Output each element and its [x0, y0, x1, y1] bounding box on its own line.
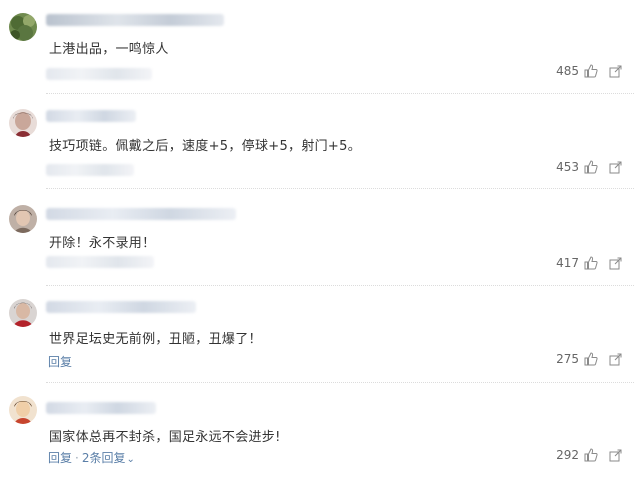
comment-item: 开除！永不录用！ 417 [0, 192, 640, 288]
avatar[interactable] [9, 109, 37, 137]
comment-meta [46, 256, 154, 268]
divider [46, 93, 634, 94]
comment-actions: 回复 · 2条回复⌄ [48, 449, 135, 466]
share-icon[interactable] [609, 65, 622, 78]
share-icon[interactable] [609, 449, 622, 462]
thumbs-up-icon[interactable] [584, 256, 598, 270]
username[interactable] [46, 208, 236, 220]
share-icon[interactable] [609, 257, 622, 270]
like-count: 275 [556, 352, 579, 366]
comment-meta [46, 68, 152, 80]
like-count: 417 [556, 256, 579, 270]
comment-text: 世界足坛史无前例，丑陋，丑爆了！ [49, 332, 262, 347]
reply-button[interactable]: 回复 [48, 355, 72, 369]
divider [46, 188, 634, 189]
thumbs-up-icon[interactable] [584, 352, 598, 366]
like-count: 292 [556, 448, 579, 462]
thumbs-up-icon[interactable] [584, 64, 598, 78]
thumbs-up-icon[interactable] [584, 160, 598, 174]
divider [46, 285, 634, 286]
chevron-down-icon: ⌄ [126, 454, 135, 465]
avatar[interactable] [9, 205, 37, 233]
share-icon[interactable] [609, 161, 622, 174]
comment-text: 上港出品，一鸣惊人 [49, 42, 169, 57]
comment-meta [46, 164, 134, 176]
comment-text: 技巧项链。佩戴之后，速度+5，停球+5，射门+5。 [49, 139, 361, 154]
avatar[interactable] [9, 13, 37, 41]
share-icon[interactable] [609, 353, 622, 366]
like-count: 485 [556, 64, 579, 78]
separator: · [75, 451, 79, 465]
comment-text: 开除！永不录用！ [49, 236, 156, 251]
username[interactable] [46, 110, 136, 122]
comment-text: 国家体总再不封杀，国足永远不会进步! [49, 430, 281, 445]
divider [46, 382, 634, 383]
thumbs-up-icon[interactable] [584, 448, 598, 462]
username[interactable] [46, 14, 224, 26]
comment-item: 世界足坛史无前例，丑陋，丑爆了！ 回复 275 [0, 288, 640, 384]
avatar[interactable] [9, 299, 37, 327]
avatar[interactable] [9, 396, 37, 424]
view-replies-button[interactable]: 2条回复⌄ [82, 451, 135, 465]
reply-button[interactable]: 回复 [48, 451, 72, 465]
comment-item: 技巧项链。佩戴之后，速度+5，停球+5，射门+5。 453 [0, 96, 640, 192]
comment-actions: 回复 [48, 353, 72, 370]
username[interactable] [46, 402, 156, 414]
username[interactable] [46, 301, 196, 313]
comment-item: 上港出品，一鸣惊人 485 [0, 0, 640, 96]
like-count: 453 [556, 160, 579, 174]
replies-count-label: 2条回复 [81, 451, 126, 465]
comment-item: 国家体总再不封杀，国足永远不会进步! 回复 · 2条回复⌄ 292 [0, 384, 640, 480]
